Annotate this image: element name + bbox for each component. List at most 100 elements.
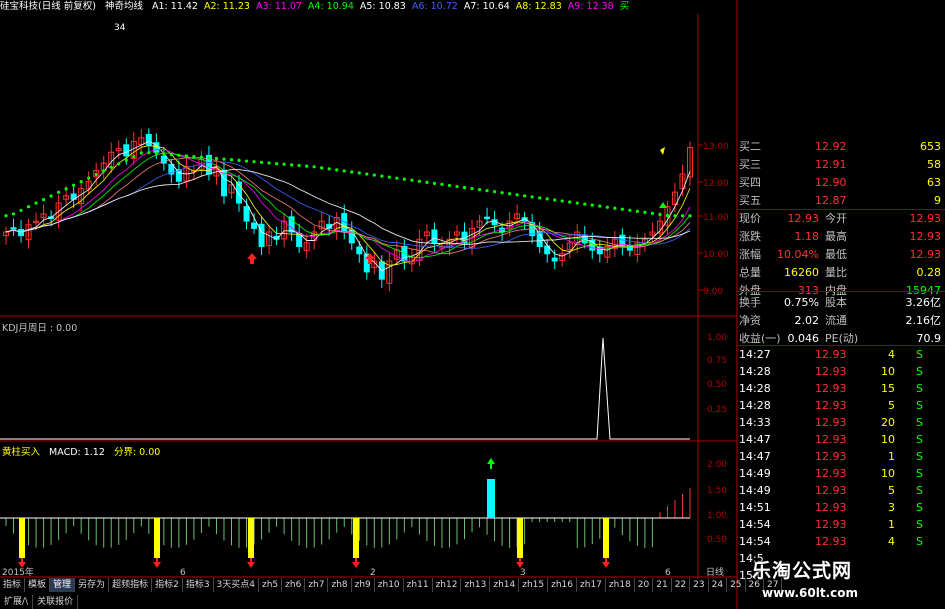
long-ma-dot (673, 214, 677, 218)
indicator-tab-1[interactable]: 模板 (25, 578, 51, 592)
axis-date-tick: 6 (180, 568, 186, 578)
candle-body (123, 144, 130, 157)
indicator-tab-13[interactable]: zh10 (375, 578, 404, 592)
long-ma-dot (665, 213, 670, 218)
indicator-tab-0[interactable]: 指标 (0, 578, 26, 592)
tick-volume: 1 (888, 450, 895, 463)
long-ma-dot (538, 196, 542, 200)
indicator-tab-14[interactable]: zh11 (404, 578, 433, 592)
indicator-tab-8[interactable]: zh5 (259, 578, 283, 592)
long-ma-dot (87, 176, 91, 180)
indicator-tab-16[interactable]: zh13 (461, 578, 491, 592)
indicator-tab-10[interactable]: zh7 (305, 578, 329, 592)
bid-label: 买二 (739, 140, 761, 153)
indicator-tab-3[interactable]: 另存为 (75, 578, 110, 592)
indicator-tab-17[interactable]: zh14 (490, 578, 520, 592)
price-axis-tick: 13.00 (703, 142, 729, 152)
bid-price: 12.91 (815, 158, 847, 171)
peak-label: 34 (114, 23, 126, 33)
bid-volume: 63 (927, 176, 941, 189)
tick-side: S (916, 501, 923, 514)
long-ma-dot (688, 214, 692, 218)
quote-separator (737, 345, 945, 346)
tick-row: 14:47 12.93 1 S (737, 449, 945, 465)
bid-volume: 58 (927, 158, 941, 171)
stat-label: 涨幅 (739, 248, 761, 261)
tick-volume: 4 (888, 348, 895, 361)
candle-body (251, 222, 258, 229)
indicator-tab-23[interactable]: 21 (653, 578, 672, 592)
indicator-tab-22[interactable]: 20 (635, 578, 654, 592)
macd-label-c: 分界: 0.00 (113, 447, 161, 458)
axis-date-tick: 6 (665, 568, 671, 578)
long-ma-dot (305, 164, 309, 168)
indicator-tab-19[interactable]: zh16 (548, 578, 578, 592)
long-ma-dot (184, 154, 188, 158)
tick-side: S (916, 450, 923, 463)
ma-value-3: A4: 10.94 (307, 1, 354, 12)
indicator-tab-2[interactable]: 管理 (50, 578, 76, 592)
extension-tab-1[interactable]: 关联报价 (33, 595, 79, 609)
stock-name[interactable]: 硅宝科技(日线 前复权) (0, 1, 96, 12)
long-ma-dot (508, 192, 512, 196)
indicator-tab-9[interactable]: zh6 (282, 578, 306, 592)
tick-row: 14:49 12.93 10 S (737, 466, 945, 482)
price-axis-tick: 12.00 (703, 179, 729, 189)
tick-volume: 10 (881, 433, 895, 446)
tick-side: S (916, 433, 923, 446)
long-ma-dot (147, 151, 151, 155)
bid-volume: 9 (934, 194, 941, 207)
red-arrow-icon (516, 558, 524, 568)
indicator-tab-7[interactable]: 3天买点4 (214, 578, 259, 592)
long-ma-dot (357, 171, 361, 175)
bid-label: 买四 (739, 176, 761, 189)
tick-side: S (916, 382, 923, 395)
stat-value: 10.04% (777, 248, 819, 261)
tick-time: 14:49 (739, 484, 771, 497)
tick-side: S (916, 416, 923, 429)
candle-body (18, 228, 25, 237)
long-ma-dot (49, 194, 53, 198)
indicator-name: 神奇均线 (104, 1, 143, 12)
indicator-tab-11[interactable]: zh8 (328, 578, 352, 592)
indicator-tab-18[interactable]: zh15 (519, 578, 549, 592)
fund-label: 净资 (739, 314, 761, 327)
chart-title-bar: 硅宝科技(日线 前复权) 神奇均线 A1: 11.42 A2: 11.23 A3: … (0, 0, 700, 14)
tick-row: 14:33 12.93 20 S (737, 415, 945, 431)
long-ma-dot (455, 184, 459, 189)
long-ma-dot (117, 162, 121, 166)
tick-volume: 4 (888, 535, 895, 548)
stat-value: 1.18 (794, 230, 820, 243)
indicator-tab-4[interactable]: 超频指标 (109, 578, 153, 592)
indicator-tab-20[interactable]: zh17 (577, 578, 606, 592)
indicator-tab-15[interactable]: zh12 (433, 578, 462, 592)
long-ma-dot (252, 160, 256, 164)
indicator-tab-6[interactable]: 指标3 (183, 578, 214, 592)
indicator-tab-12[interactable]: zh9 (352, 578, 375, 592)
stat-label: 今开 (825, 212, 847, 225)
tick-volume: 20 (881, 416, 895, 429)
indicator-tab-bar: 指标 模板 管理 另存为 超频指标 指标2 指标3 3天买点4 zh5 zh6 zh7 zh8 zh9 z… (0, 578, 783, 592)
tick-side: S (916, 348, 923, 361)
extension-tab-0[interactable]: 扩展/\ (0, 595, 34, 609)
indicator-tab-5[interactable]: 指标2 (152, 578, 183, 592)
indicator-tab-26[interactable]: 24 (709, 578, 728, 592)
indicator-tab-25[interactable]: 23 (690, 578, 709, 592)
stat-label: 最高 (825, 230, 847, 243)
tick-price: 12.93 (815, 484, 847, 497)
long-ma-dot (229, 158, 234, 162)
indicator-tab-27[interactable]: 25 (727, 578, 746, 592)
indicator-tab-24[interactable]: 22 (672, 578, 691, 592)
tick-time: 14:28 (739, 382, 771, 395)
indicator-tab-21[interactable]: zh18 (606, 578, 635, 592)
long-ma-dot (26, 205, 31, 209)
tick-volume: 15 (881, 382, 895, 395)
stat-row: 涨跌 1.18 最高 12.93 (737, 229, 945, 245)
long-ma-dot (109, 165, 113, 169)
stat-value: 12.93 (909, 230, 942, 243)
red-arrow-icon (18, 558, 26, 568)
long-ma-dot (267, 161, 271, 165)
long-ma-dot (500, 191, 504, 195)
long-ma-dot (643, 210, 647, 214)
long-ma-dot (124, 158, 128, 162)
